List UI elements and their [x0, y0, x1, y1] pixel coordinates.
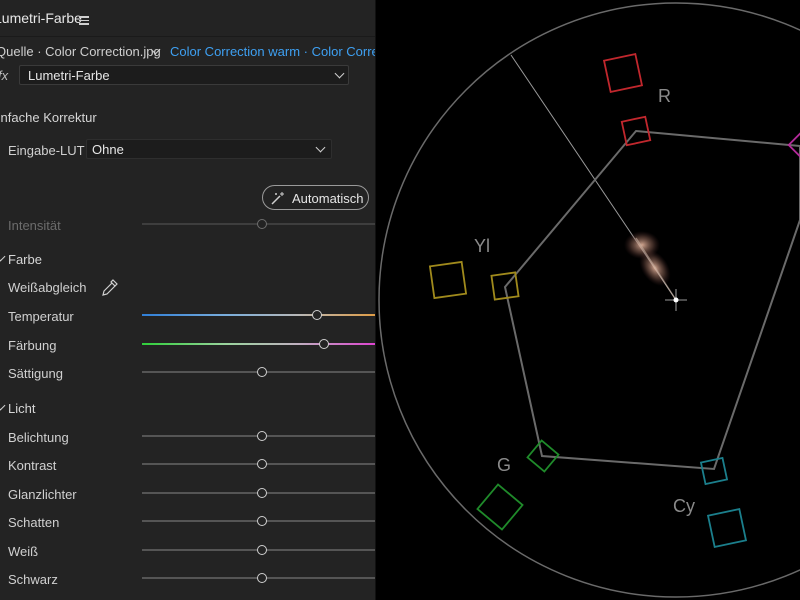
slider-thumb[interactable] — [312, 309, 323, 320]
vectorscope-panel: R Yl G Cy — [376, 0, 800, 600]
cyan-target-box — [699, 456, 748, 549]
tint-label: Färbung — [8, 338, 57, 353]
exposure-slider[interactable] — [142, 430, 375, 441]
effect-dropdown[interactable]: Lumetri-Farbe — [19, 65, 349, 85]
clip-selector-row: Quelle · Color Correction.jpg Color Corr… — [0, 40, 375, 64]
collapse-chevron-icon[interactable] — [0, 400, 6, 411]
slider-thumb[interactable] — [256, 458, 267, 469]
source-clip-dropdown[interactable]: Quelle · Color Correction.jpg — [0, 44, 161, 59]
yellow-axis-label: Yl — [474, 236, 490, 256]
white-balance-label: Weißabgleich — [8, 280, 87, 295]
slider-thumb[interactable] — [256, 218, 267, 229]
auto-button[interactable]: Automatisch — [262, 185, 369, 210]
panel-title[interactable]: Lumetri-Farbe — [0, 10, 82, 26]
tint-slider[interactable] — [142, 338, 375, 349]
color-group-label[interactable]: Farbe — [8, 252, 42, 267]
vectorscope: R Yl G Cy — [378, 2, 800, 598]
temperature-slider[interactable] — [142, 309, 375, 320]
highlights-slider[interactable] — [142, 487, 375, 498]
slider-thumb[interactable] — [256, 572, 267, 583]
magic-wand-icon — [271, 192, 284, 205]
graticule-circle — [378, 2, 800, 598]
blacks-slider[interactable] — [142, 572, 375, 583]
lut-dropdown[interactable]: Ohne — [86, 139, 332, 159]
whites-label: Weiß — [8, 544, 39, 559]
shadows-slider[interactable] — [142, 515, 375, 526]
red-axis-label: R — [658, 86, 671, 106]
cyan-axis-label: Cy — [673, 496, 695, 516]
green-axis-label: G — [497, 455, 511, 475]
lumetri-color-panel: Lumetri-Farbe Quelle · Color Correction.… — [0, 0, 375, 600]
green-target-box — [476, 439, 560, 531]
chevron-down-icon — [315, 142, 326, 153]
effect-dropdown-value: Lumetri-Farbe — [28, 68, 110, 83]
fx-toggle-icon[interactable]: fx — [0, 68, 8, 83]
eyedropper-icon[interactable] — [102, 279, 118, 297]
slider-thumb[interactable] — [256, 487, 267, 498]
lut-dropdown-value: Ohne — [92, 142, 124, 157]
light-group-label[interactable]: Licht — [8, 401, 35, 416]
saturation-slider[interactable] — [142, 366, 375, 377]
blacks-label: Schwarz — [8, 572, 58, 587]
slider-thumb[interactable] — [256, 366, 267, 377]
slider-thumb[interactable] — [318, 338, 329, 349]
contrast-slider[interactable] — [142, 458, 375, 469]
highlights-label: Glanzlichter — [8, 487, 77, 502]
chevron-down-icon — [334, 68, 345, 79]
slider-thumb[interactable] — [256, 544, 267, 555]
vectorscope-trace — [624, 231, 687, 311]
exposure-label: Belichtung — [8, 430, 69, 445]
saturation-label: Sättigung — [8, 366, 63, 381]
intensity-slider[interactable] — [142, 218, 375, 229]
panel-title-bar: Lumetri-Farbe — [0, 0, 375, 37]
contrast-label: Kontrast — [8, 458, 57, 473]
collapse-chevron-icon[interactable] — [0, 251, 6, 262]
effect-row: fx Lumetri-Farbe — [0, 64, 375, 86]
section-heading[interactable]: Einfache Korrektur — [0, 110, 97, 125]
lut-label: Eingabe-LUT — [8, 143, 85, 158]
shadows-label: Schatten — [8, 515, 60, 530]
auto-button-label: Automatisch — [292, 191, 364, 206]
temperature-label: Temperatur — [8, 309, 74, 324]
slider-thumb[interactable] — [256, 515, 267, 526]
panel-menu-icon[interactable] — [79, 16, 89, 25]
yellow-target-box — [428, 260, 520, 301]
slider-thumb[interactable] — [256, 430, 267, 441]
target-hexagon — [503, 129, 800, 471]
intensity-label: Intensität — [8, 218, 61, 233]
active-clip-link[interactable]: Color Correction warm · Color Correction — [170, 44, 375, 59]
whites-slider[interactable] — [142, 544, 375, 555]
